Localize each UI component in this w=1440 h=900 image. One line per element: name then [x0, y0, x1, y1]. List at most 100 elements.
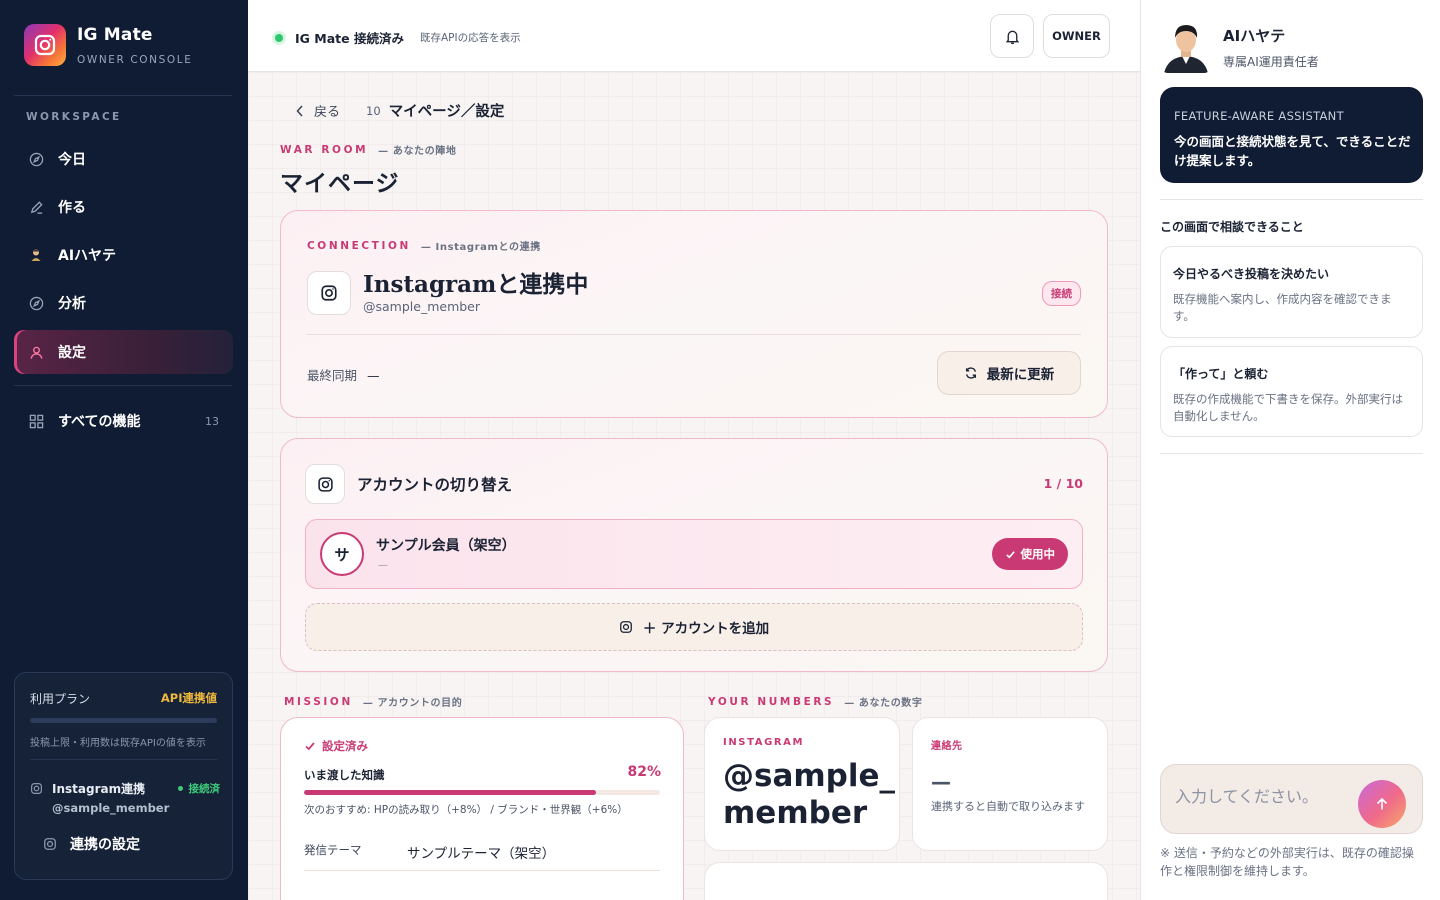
in-use-badge: 使用中 — [991, 538, 1068, 570]
mission-eyebrow-label: MISSION — [284, 695, 353, 708]
sidebar-item-create[interactable]: 作る — [14, 185, 233, 229]
grid-icon — [28, 413, 44, 429]
connection-card: CONNECTION — Instagramとの連携 Instagramと連携中… — [280, 210, 1108, 418]
knowledge-label: いま渡した知識 — [304, 768, 385, 782]
add-account-label: ＋ アカウントを追加 — [642, 621, 770, 637]
instagram-number-card: INSTAGRAM @sample_member — [704, 717, 900, 851]
chat-input[interactable] — [1175, 787, 1365, 806]
mission-eyebrow-sub: — アカウントの目的 — [362, 698, 463, 709]
knowledge-progress-fill — [304, 790, 596, 795]
assistant-footnote: ※ 送信・予約などの外部実行は、既存の確認操作と権限制御を維持します。 — [1160, 846, 1414, 878]
instagram-icon — [307, 271, 351, 315]
theme-label: 発信テーマ — [304, 843, 362, 857]
sidebar-item-label: 作る — [58, 200, 86, 216]
chevron-left-icon — [296, 104, 304, 117]
compass-icon — [28, 295, 44, 311]
notifications-button[interactable] — [990, 14, 1034, 58]
connection-eyebrow-label: CONNECTION — [307, 239, 411, 252]
assistant-card-desc: 今の画面と接続状態を見て、できることだけ提案します。 — [1174, 134, 1411, 168]
arrow-up-icon — [1374, 796, 1390, 812]
connection-status-text: IG Mate 接続済み — [295, 31, 404, 46]
back-label: 戻る — [314, 105, 341, 120]
status-dot-icon — [177, 786, 183, 791]
sidebar-item-label: 分析 — [58, 296, 86, 312]
add-account-button[interactable]: ＋ アカウントを追加 — [305, 603, 1083, 651]
brand[interactable]: IG Mate OWNER CONSOLE — [24, 24, 192, 66]
suggestions-heading: この画面で相談できること — [1160, 220, 1304, 234]
last-sync-label: 最終同期 — [307, 368, 358, 383]
numbers-eyebrow-label: YOUR NUMBERS — [708, 695, 835, 708]
plan-divider — [30, 759, 217, 760]
mission-status: 設定済み — [304, 738, 368, 754]
suggestion-desc: 既存機能へ案内し、作成内容を確認できます。 — [1173, 292, 1392, 323]
sidebar: IG Mate OWNER CONSOLE WORKSPACE 今日 作る AI… — [0, 0, 248, 900]
account-switch-header: アカウントの切り替え — [305, 464, 512, 504]
plan-card: 利用プラン API連携値 投稿上限・利用数は既存APIの値を表示 Instagr… — [14, 672, 233, 880]
compass-icon — [28, 151, 44, 167]
check-icon — [304, 740, 316, 752]
assistant-panel: AIハヤテ 専属AI運用責任者 FEATURE-AWARE ASSISTANT … — [1140, 0, 1440, 900]
status-dot-icon — [275, 33, 283, 42]
owner-button[interactable]: OWNER — [1043, 14, 1110, 58]
topbar: IG Mate 接続済み 既存APIの応答を表示 OWNER — [248, 0, 1140, 72]
account-row[interactable]: サ サンプル会員（架空） — 使用中 — [305, 519, 1083, 589]
war-room-sub: — あなたの陣地 — [378, 146, 457, 157]
panel-divider — [1160, 453, 1423, 454]
numbers-eyebrow-sub: — あなたの数字 — [844, 698, 923, 709]
instagram-status: 接続済 — [177, 781, 220, 796]
connection-settings-label: 連携の設定 — [70, 837, 140, 853]
plan-note: 投稿上限・利用数は既存APIの値を表示 — [30, 738, 206, 749]
sidebar-item-label: AIハヤテ — [58, 248, 117, 264]
plan-title: 利用プラン — [30, 692, 91, 706]
account-name: サンプル会員（架空） — [376, 538, 516, 554]
connection-eyebrow: CONNECTION — Instagramとの連携 — [307, 238, 541, 254]
account-switch-title: アカウントの切り替え — [357, 476, 513, 494]
suggestion-card[interactable]: 「作って」と頼む 既存の作成機能で下書きを保存。外部実行は自動化しません。 — [1160, 346, 1423, 437]
breadcrumb: 戻る 10 マイページ／設定 — [286, 100, 504, 121]
sidebar-item-analytics[interactable]: 分析 — [14, 281, 233, 325]
instagram-icon — [619, 620, 633, 634]
assistant-name: AIハヤテ — [1223, 27, 1286, 45]
sidebar-item-today[interactable]: 今日 — [14, 137, 233, 181]
suggestion-title: 「作って」と頼む — [1173, 367, 1269, 381]
send-button[interactable] — [1358, 780, 1406, 828]
in-use-label: 使用中 — [1020, 547, 1056, 561]
contact-note: 連携すると自動で取り込みます — [931, 800, 1085, 813]
sidebar-divider — [14, 385, 232, 386]
instagram-icon — [305, 464, 345, 504]
mission-card: 設定済み いま渡した知識 82% 次のおすすめ: HPの読み取り（+8%） / … — [280, 717, 684, 900]
feature-count: 13 — [205, 414, 219, 428]
user-icon — [28, 344, 44, 360]
connection-status-note: 既存APIの応答を表示 — [419, 32, 521, 44]
contact-number-card: 連絡先 — 連携すると自動で取り込みます — [912, 717, 1108, 851]
account-sub: — — [378, 560, 388, 571]
connection-handle: @sample_member — [363, 299, 481, 314]
theme-value[interactable]: サンプルテーマ（架空） — [407, 842, 555, 862]
account-count: 1 / 10 — [1043, 476, 1083, 491]
sidebar-item-ai-hayate[interactable]: AIハヤテ — [14, 233, 233, 277]
assistant-info-card: FEATURE-AWARE ASSISTANT 今の画面と接続状態を見て、できる… — [1160, 87, 1423, 183]
connection-status: IG Mate 接続済み 既存APIの応答を表示 — [275, 28, 521, 47]
instagram-connection-label: Instagram連携 — [52, 782, 146, 796]
suggestion-card[interactable]: 今日やるべき投稿を決めたい 既存機能へ案内し、作成内容を確認できます。 — [1160, 246, 1423, 338]
last-sync: 最終同期 — — [307, 365, 380, 384]
card-divider — [307, 334, 1081, 335]
refresh-label: 最新に更新 — [986, 367, 1055, 383]
refresh-icon — [964, 366, 978, 380]
numbers-card — [704, 862, 1108, 900]
mission-eyebrow: MISSION — アカウントの目的 — [284, 694, 463, 710]
connection-settings-link[interactable]: 連携の設定 — [43, 834, 140, 854]
brand-subtitle: OWNER CONSOLE — [77, 53, 193, 66]
status-badge: 接続 — [1042, 281, 1081, 306]
back-button[interactable]: 戻る — [286, 101, 340, 120]
numbers-eyebrow: YOUR NUMBERS — あなたの数字 — [708, 694, 923, 710]
plan-badge: API連携値 — [160, 691, 217, 705]
refresh-button[interactable]: 最新に更新 — [937, 351, 1081, 395]
sidebar-item-all-features[interactable]: すべての機能 13 — [14, 399, 233, 443]
instagram-icon — [43, 837, 57, 851]
recommendation-text: 次のおすすめ: HPの読み取り（+8%） / ブランド・世界観（+6%） — [304, 804, 628, 816]
sidebar-item-settings[interactable]: 設定 — [14, 330, 233, 374]
pen-icon — [28, 199, 44, 215]
instagram-handle: @sample_member — [52, 801, 170, 815]
suggestion-desc: 既存の作成機能で下書きを保存。外部実行は自動化しません。 — [1173, 392, 1403, 423]
